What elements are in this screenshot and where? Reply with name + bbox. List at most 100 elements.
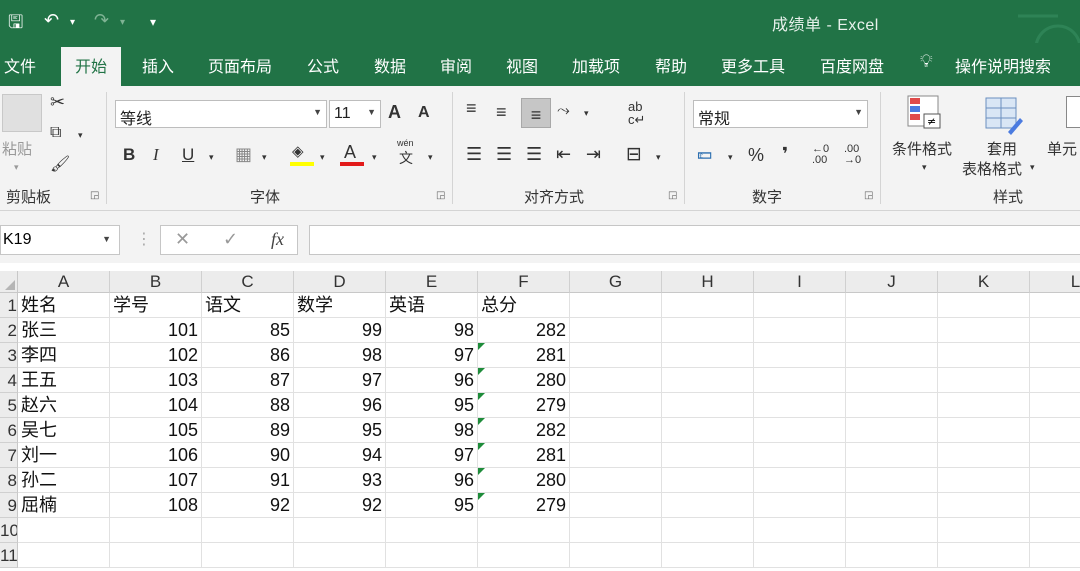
cell[interactable]	[662, 343, 754, 368]
bottom-align-icon[interactable]: ≡	[521, 98, 551, 128]
cell-styles-icon[interactable]	[1066, 96, 1080, 128]
header-cell[interactable]: 学号	[110, 293, 202, 318]
cell[interactable]	[1030, 393, 1080, 418]
borders-icon[interactable]: ▦	[235, 144, 252, 165]
chinese-cell[interactable]: 86	[202, 343, 294, 368]
drag-handle-icon[interactable]: ⋮	[136, 229, 152, 249]
undo-icon[interactable]: ↶	[44, 10, 59, 31]
error-indicator-icon[interactable]	[478, 418, 485, 425]
cell[interactable]	[202, 543, 294, 568]
phonetic-guide-icon[interactable]: wén 文	[396, 138, 420, 168]
tell-me-search[interactable]: 操作说明搜索	[955, 53, 1051, 77]
number-launcher-icon[interactable]: ◲	[864, 190, 873, 201]
row-header-3[interactable]: 3	[0, 343, 18, 368]
cell[interactable]	[846, 293, 938, 318]
font-color-dropdown-icon[interactable]: ▾	[372, 152, 377, 163]
cancel-icon[interactable]: ✕	[175, 229, 190, 250]
fill-color-dropdown-icon[interactable]: ▾	[320, 152, 325, 163]
column-header-i[interactable]: I	[754, 271, 846, 293]
tab-help[interactable]: 帮助	[655, 53, 687, 77]
cell[interactable]	[1030, 318, 1080, 343]
cell[interactable]	[754, 443, 846, 468]
cell[interactable]	[1030, 418, 1080, 443]
worksheet-grid[interactable]: A B C D E F G H I J K L 1 姓名 学号 语文 数学 英语 总分 2 张三 101 85 99 98 282…	[0, 263, 1080, 571]
clipboard-launcher-icon[interactable]: ◲	[90, 190, 99, 201]
cell[interactable]	[386, 518, 478, 543]
cell[interactable]	[662, 443, 754, 468]
cell[interactable]	[846, 443, 938, 468]
decrease-decimal-button[interactable]: .00 →0	[844, 144, 861, 166]
tab-view[interactable]: 视图	[506, 53, 538, 77]
cell[interactable]	[662, 293, 754, 318]
id-cell[interactable]: 105	[110, 418, 202, 443]
id-cell[interactable]: 104	[110, 393, 202, 418]
increase-font-size-icon[interactable]: A	[388, 102, 401, 123]
align-right-icon[interactable]: ☰	[526, 144, 542, 165]
cell[interactable]	[1030, 293, 1080, 318]
column-header-j[interactable]: J	[846, 271, 938, 293]
cell[interactable]	[754, 343, 846, 368]
chinese-cell[interactable]: 85	[202, 318, 294, 343]
header-cell[interactable]: 数学	[294, 293, 386, 318]
cell[interactable]	[662, 368, 754, 393]
math-cell[interactable]: 92	[294, 493, 386, 518]
cell[interactable]	[570, 468, 662, 493]
cell[interactable]	[846, 418, 938, 443]
cell[interactable]	[570, 543, 662, 568]
id-cell[interactable]: 101	[110, 318, 202, 343]
cell[interactable]	[754, 293, 846, 318]
comma-style-button[interactable]: ❜	[782, 144, 788, 165]
cell[interactable]	[570, 318, 662, 343]
cell[interactable]	[662, 418, 754, 443]
english-cell[interactable]: 96	[386, 368, 478, 393]
undo-dropdown-icon[interactable]: ▾	[70, 17, 75, 28]
id-cell[interactable]: 108	[110, 493, 202, 518]
decrease-font-size-icon[interactable]: A	[418, 104, 430, 122]
cell[interactable]	[754, 518, 846, 543]
chinese-cell[interactable]: 88	[202, 393, 294, 418]
name-box[interactable]: K19 ▼	[0, 225, 120, 255]
cell[interactable]	[754, 318, 846, 343]
top-align-icon[interactable]: ≡	[466, 98, 477, 119]
cell[interactable]	[754, 543, 846, 568]
percent-style-button[interactable]: %	[748, 145, 764, 166]
cell[interactable]	[938, 393, 1030, 418]
cell[interactable]	[1030, 493, 1080, 518]
redo-dropdown-icon[interactable]: ▾	[120, 17, 125, 28]
accounting-dropdown-icon[interactable]: ▾	[728, 152, 733, 163]
total-cell[interactable]: 279	[478, 393, 570, 418]
chinese-cell[interactable]: 89	[202, 418, 294, 443]
insert-function-icon[interactable]: fx	[271, 229, 284, 250]
math-cell[interactable]: 98	[294, 343, 386, 368]
wrap-text-icon[interactable]: ab c↵	[628, 100, 645, 126]
redo-icon[interactable]: ↷	[94, 10, 109, 31]
error-indicator-icon[interactable]	[478, 468, 485, 475]
cell[interactable]	[570, 343, 662, 368]
column-header-l[interactable]: L	[1030, 271, 1080, 293]
total-cell[interactable]: 282	[478, 418, 570, 443]
row-header-10[interactable]: 10	[0, 518, 18, 543]
column-header-g[interactable]: G	[570, 271, 662, 293]
error-indicator-icon[interactable]	[478, 393, 485, 400]
alignment-launcher-icon[interactable]: ◲	[668, 190, 677, 201]
format-as-table-label-1[interactable]: 套用	[987, 138, 1017, 159]
row-header-4[interactable]: 4	[0, 368, 18, 393]
header-cell[interactable]: 总分	[478, 293, 570, 318]
save-icon[interactable]: 🖫	[8, 10, 23, 40]
conditional-formatting-dropdown-icon[interactable]: ▾	[922, 162, 927, 173]
underline-button[interactable]: U	[182, 145, 194, 165]
font-color-icon[interactable]: A	[340, 142, 364, 166]
cell[interactable]	[1030, 543, 1080, 568]
increase-decimal-button[interactable]: ←0.00	[812, 144, 829, 166]
error-indicator-icon[interactable]	[478, 443, 485, 450]
id-cell[interactable]: 106	[110, 443, 202, 468]
chinese-cell[interactable]: 90	[202, 443, 294, 468]
cell[interactable]	[938, 443, 1030, 468]
align-center-icon[interactable]: ☰	[496, 144, 512, 165]
fill-color-icon[interactable]: ◈	[290, 142, 314, 166]
cell[interactable]	[202, 518, 294, 543]
tab-more-tools[interactable]: 更多工具	[721, 53, 785, 77]
chinese-cell[interactable]: 91	[202, 468, 294, 493]
math-cell[interactable]: 95	[294, 418, 386, 443]
cell[interactable]	[1030, 368, 1080, 393]
